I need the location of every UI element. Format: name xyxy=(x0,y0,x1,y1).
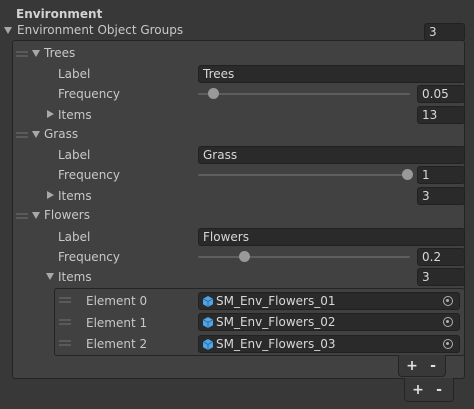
grass-items-count-field[interactable]: 3 xyxy=(417,187,465,205)
element-2-value: SM_Env_Flowers_03 xyxy=(216,337,336,351)
element-0-label: Element 0 xyxy=(86,294,148,308)
trees-group-title[interactable]: Trees xyxy=(44,46,75,60)
trees-items-label[interactable]: Items xyxy=(58,108,92,122)
grass-foldout-arrow-icon[interactable] xyxy=(32,131,40,138)
grass-items-foldout-arrow-icon[interactable] xyxy=(47,191,54,199)
grass-frequency-slider-thumb[interactable] xyxy=(402,169,413,180)
drag-handle-icon[interactable] xyxy=(16,51,28,57)
grass-label-field[interactable]: Grass xyxy=(198,146,465,164)
groups-remove-button[interactable]: - xyxy=(430,381,448,399)
drag-handle-icon[interactable] xyxy=(16,132,28,138)
drag-handle-icon[interactable] xyxy=(59,340,71,346)
element-1-object-field[interactable]: SM_Env_Flowers_02 xyxy=(198,313,460,331)
trees-label-label: Label xyxy=(58,67,91,81)
object-picker-icon[interactable] xyxy=(443,317,453,327)
trees-frequency-slider-thumb[interactable] xyxy=(208,88,219,99)
drag-handle-icon[interactable] xyxy=(59,297,71,303)
flowers-frequency-slider-thumb[interactable] xyxy=(239,251,250,262)
drag-handle-icon[interactable] xyxy=(16,213,28,219)
trees-frequency-slider[interactable] xyxy=(198,93,410,95)
groups-foldout-arrow-icon[interactable] xyxy=(4,27,12,34)
object-picker-icon[interactable] xyxy=(443,339,453,349)
flowers-label-label: Label xyxy=(58,230,91,244)
trees-frequency-field[interactable]: 0.05 xyxy=(417,85,465,103)
flowers-items-remove-button[interactable]: - xyxy=(424,357,442,375)
prefab-cube-icon xyxy=(203,317,213,328)
flowers-items-add-button[interactable]: + xyxy=(403,357,421,375)
flowers-frequency-label: Frequency xyxy=(58,250,120,264)
grass-items-label[interactable]: Items xyxy=(58,189,92,203)
flowers-group-title[interactable]: Flowers xyxy=(44,208,90,222)
groups-count-field[interactable]: 3 xyxy=(424,23,465,41)
section-title: Environment xyxy=(16,7,103,21)
flowers-frequency-slider[interactable] xyxy=(198,256,410,258)
drag-handle-icon[interactable] xyxy=(59,319,71,325)
element-2-object-field[interactable]: SM_Env_Flowers_03 xyxy=(198,335,460,353)
grass-label-label: Label xyxy=(58,148,91,162)
element-2-label: Element 2 xyxy=(86,337,148,351)
trees-items-count-field[interactable]: 13 xyxy=(417,106,465,124)
element-0-value: SM_Env_Flowers_01 xyxy=(216,294,336,308)
element-1-value: SM_Env_Flowers_02 xyxy=(216,315,336,329)
groups-label[interactable]: Environment Object Groups xyxy=(17,23,183,37)
grass-group-title[interactable]: Grass xyxy=(44,127,78,141)
groups-add-button[interactable]: + xyxy=(409,381,427,399)
trees-foldout-arrow-icon[interactable] xyxy=(32,50,40,57)
flowers-items-label[interactable]: Items xyxy=(58,270,92,284)
flowers-frequency-field[interactable]: 0.2 xyxy=(417,248,465,266)
prefab-cube-icon xyxy=(203,296,213,307)
element-0-object-field[interactable]: SM_Env_Flowers_01 xyxy=(198,292,460,310)
element-1-label: Element 1 xyxy=(86,316,148,330)
flowers-items-count-field[interactable]: 3 xyxy=(417,268,465,286)
flowers-label-field[interactable]: Flowers xyxy=(198,228,465,246)
flowers-foldout-arrow-icon[interactable] xyxy=(32,212,40,219)
object-picker-icon[interactable] xyxy=(443,296,453,306)
trees-frequency-label: Frequency xyxy=(58,87,120,101)
grass-frequency-label: Frequency xyxy=(58,168,120,182)
trees-items-foldout-arrow-icon[interactable] xyxy=(47,110,54,118)
trees-label-field[interactable]: Trees xyxy=(198,65,465,83)
grass-frequency-slider[interactable] xyxy=(198,174,410,176)
prefab-cube-icon xyxy=(203,339,213,350)
grass-frequency-field[interactable]: 1 xyxy=(417,166,465,184)
flowers-items-foldout-arrow-icon[interactable] xyxy=(46,273,54,280)
